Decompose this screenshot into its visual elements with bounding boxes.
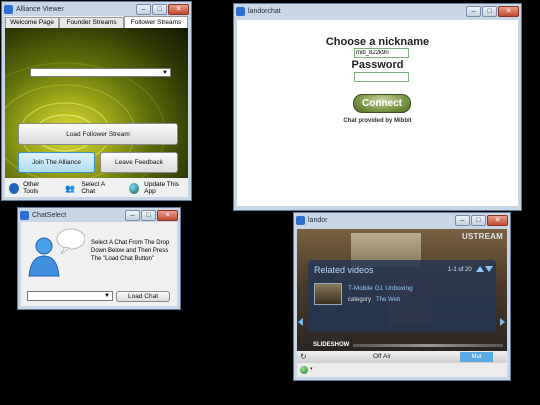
landorchat-window: landorchat – □ ✕ Choose a nickname Passw… bbox=[233, 3, 522, 211]
maximize-button[interactable]: □ bbox=[482, 5, 497, 17]
app-icon bbox=[296, 215, 305, 225]
chatselect-instructions: Select A Chat From The Drop Down Below a… bbox=[91, 240, 170, 262]
password-input[interactable] bbox=[354, 72, 409, 82]
close-button[interactable]: ✕ bbox=[157, 209, 178, 221]
other-tools-link[interactable]: Other Tools bbox=[23, 181, 53, 195]
minimize-button[interactable]: – bbox=[125, 209, 140, 221]
globe-icon bbox=[129, 182, 140, 194]
slideshow-label[interactable]: SLIDESHOW bbox=[313, 342, 349, 348]
maximize-button[interactable]: □ bbox=[471, 214, 486, 226]
app-icon bbox=[236, 6, 245, 16]
connect-button[interactable]: Connect bbox=[353, 94, 411, 113]
stream-status: Off Air bbox=[373, 353, 391, 360]
load-follower-stream-button[interactable]: Load Follower Stream bbox=[18, 123, 178, 145]
pager-up-icon[interactable] bbox=[476, 266, 484, 272]
window-title: landorchat bbox=[248, 7, 281, 15]
app-icon bbox=[4, 4, 13, 14]
window-title: landor bbox=[308, 216, 328, 224]
related-videos-heading: Related videos bbox=[314, 265, 374, 275]
join-alliance-button[interactable]: Join The Alliance bbox=[18, 152, 95, 173]
chat-select-dropdown[interactable]: ▼ bbox=[27, 291, 113, 301]
ustream-logo: USTREAM bbox=[462, 232, 503, 241]
related-pager: 1-1 of 20 bbox=[448, 267, 472, 273]
alliance-body: Welcome Page Founder Streams Follower St… bbox=[5, 16, 188, 197]
bottom-toolbar: Other Tools 👥 Select A Chat Update This … bbox=[5, 179, 188, 197]
stream-select[interactable]: ▼ bbox=[30, 68, 171, 77]
maximize-button[interactable]: □ bbox=[141, 209, 156, 221]
messenger-buddy-icon bbox=[28, 228, 85, 277]
close-button[interactable]: ✕ bbox=[168, 3, 189, 15]
select-chat-link[interactable]: Select A Chat bbox=[81, 181, 117, 195]
load-chat-button[interactable]: Load Chat bbox=[116, 291, 170, 302]
chatselect-body: Select A Chat From The Drop Down Below a… bbox=[21, 222, 177, 306]
pager-down-icon[interactable] bbox=[485, 266, 493, 272]
landor-window: landor – □ ✕ USTREAM Related videos 1-1 … bbox=[293, 212, 511, 381]
related-videos-panel: Related videos 1-1 of 20 T-Mobile G1 Unb… bbox=[308, 260, 496, 332]
tab-follower-streams[interactable]: Follower Streams bbox=[124, 16, 188, 28]
video-frame[interactable]: USTREAM Related videos 1-1 of 20 T-Mobil… bbox=[297, 229, 507, 351]
app-icon bbox=[20, 210, 29, 220]
tab-welcome[interactable]: Welcome Page bbox=[5, 17, 60, 28]
globe-icon[interactable] bbox=[300, 366, 308, 374]
refresh-icon[interactable]: ↻ bbox=[300, 353, 307, 361]
window-title: ChatSelect bbox=[32, 211, 67, 219]
video-player: USTREAM Related videos 1-1 of 20 T-Mobil… bbox=[297, 229, 507, 377]
window-title: Alliance Viewer bbox=[16, 5, 64, 13]
mibbit-credit: Chat provided by Mibbit bbox=[343, 118, 412, 124]
alliance-titlebar[interactable]: Alliance Viewer – □ ✕ bbox=[2, 2, 191, 16]
chevron-down-icon[interactable]: ▾ bbox=[310, 366, 313, 372]
chatselect-titlebar[interactable]: ChatSelect – □ ✕ bbox=[18, 208, 180, 222]
leave-feedback-button[interactable]: Leave Feedback bbox=[100, 152, 178, 173]
tab-founder-streams[interactable]: Founder Streams bbox=[59, 17, 125, 28]
chevron-down-icon: ▼ bbox=[162, 70, 168, 76]
category-label: category bbox=[348, 297, 372, 303]
landorchat-titlebar[interactable]: landorchat – □ ✕ bbox=[234, 4, 521, 18]
nickname-input[interactable] bbox=[354, 48, 409, 58]
video-thumbnail[interactable] bbox=[314, 283, 342, 305]
close-button[interactable]: ✕ bbox=[498, 5, 519, 17]
chevron-down-icon: ▼ bbox=[104, 293, 110, 299]
stream-panel: ▼ Load Follower Stream Join The Alliance… bbox=[5, 28, 188, 178]
nickname-heading: Choose a nickname bbox=[325, 36, 430, 48]
update-app-link[interactable]: Update This App bbox=[144, 181, 188, 195]
next-arrow-icon[interactable] bbox=[500, 318, 505, 326]
close-button[interactable]: ✕ bbox=[487, 214, 508, 226]
minimize-button[interactable]: – bbox=[466, 5, 481, 17]
video-title-link[interactable]: T-Mobile G1 Unboxing bbox=[348, 285, 413, 292]
password-label: Password bbox=[351, 59, 404, 71]
landor-titlebar[interactable]: landor – □ ✕ bbox=[294, 213, 510, 227]
landorchat-body: Choose a nickname Password Connect Chat … bbox=[237, 20, 518, 206]
slideshow-strip bbox=[353, 344, 503, 347]
mute-button[interactable]: Mut bbox=[460, 352, 493, 362]
lower-bar: ▾ bbox=[297, 363, 507, 377]
tools-icon[interactable] bbox=[9, 182, 20, 194]
tab-strip: Welcome Page Founder Streams Follower St… bbox=[5, 16, 188, 28]
control-bar: ↻ Off Air Mut bbox=[297, 351, 507, 363]
chat-icon: 👥 bbox=[65, 183, 76, 193]
category-link[interactable]: The Web bbox=[376, 297, 400, 303]
maximize-button[interactable]: □ bbox=[152, 3, 167, 15]
prev-arrow-icon[interactable] bbox=[298, 318, 303, 326]
chatselect-window: ChatSelect – □ ✕ Select A Chat From The … bbox=[17, 207, 181, 310]
minimize-button[interactable]: – bbox=[455, 214, 470, 226]
alliance-viewer-window: Alliance Viewer – □ ✕ Welcome Page Found… bbox=[1, 1, 192, 201]
minimize-button[interactable]: – bbox=[136, 3, 151, 15]
